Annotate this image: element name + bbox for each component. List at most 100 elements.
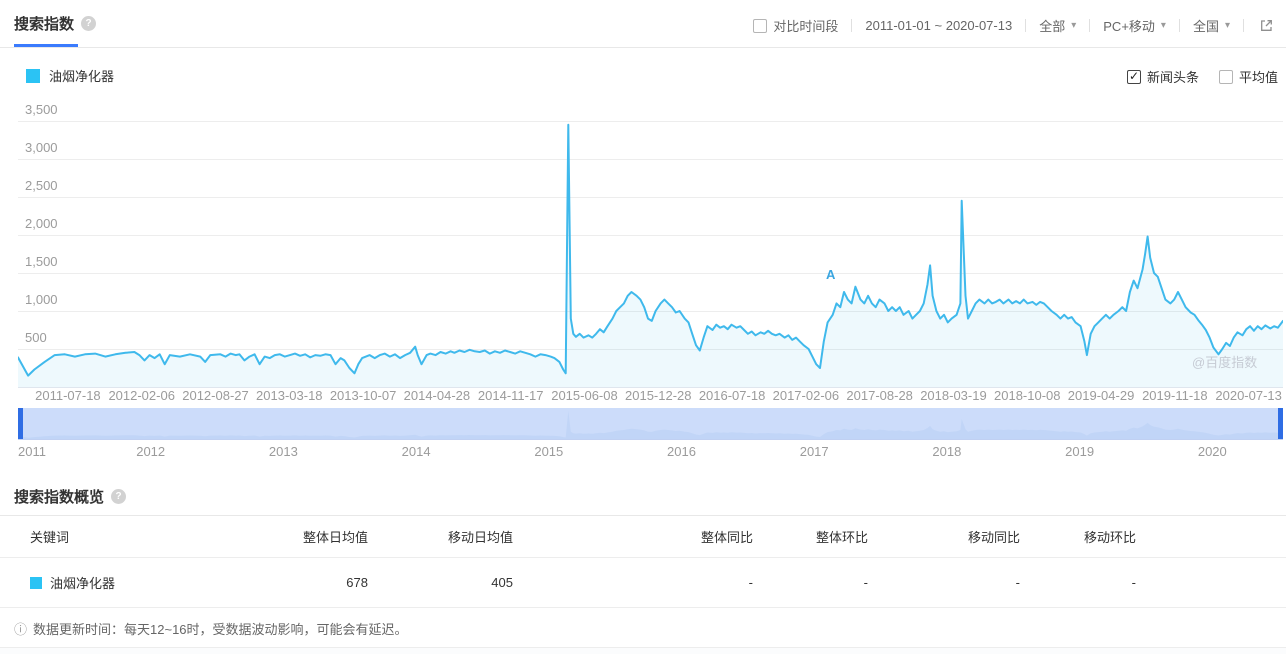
news-headlines-toggle[interactable]: 新闻头条: [1127, 67, 1199, 86]
slider-handle-left[interactable]: [18, 408, 23, 439]
slider-year-label: 2013: [269, 444, 298, 459]
compare-checkbox-icon[interactable]: [753, 19, 767, 33]
data-update-note: 数据更新时间：每天12~16时，受数据波动影响，可能会有延迟。: [14, 619, 408, 638]
x-tick-label: 2014-11-17: [474, 388, 548, 403]
table-value-cell: -: [868, 575, 1020, 590]
table-column-header: 关键词: [30, 527, 293, 546]
x-tick-label: 2017-08-28: [843, 388, 917, 403]
x-tick-label: 2012-08-27: [179, 388, 253, 403]
date-range-value: 2011-01-01 ~ 2020-07-13: [865, 18, 1012, 33]
help-icon[interactable]: [111, 489, 126, 504]
divider: [1025, 19, 1026, 32]
slider-handle-right[interactable]: [1278, 408, 1283, 439]
table-value-cell: -: [753, 575, 868, 590]
table-column-header: 移动日均值: [368, 527, 513, 546]
slider-year-label: 2019: [1065, 444, 1094, 459]
table-value-cell: -: [513, 575, 753, 590]
keyword-color-swatch: [30, 577, 42, 589]
news-headlines-label: 新闻头条: [1147, 67, 1199, 86]
x-tick-label: 2013-10-07: [326, 388, 400, 403]
x-tick-label: 2015-12-28: [621, 388, 695, 403]
x-tick-label: 2011-07-18: [31, 388, 105, 403]
compare-period-toggle[interactable]: 对比时间段: [753, 16, 838, 35]
watermark: @百度指数: [1192, 352, 1257, 371]
table-keyword-text: 油烟净化器: [50, 573, 115, 592]
table-data-row: 油烟净化器678405----: [0, 558, 1286, 608]
slider-year-label: 2020: [1198, 444, 1227, 459]
trend-area: [18, 125, 1283, 387]
x-tick-label: 2012-02-06: [105, 388, 179, 403]
slider-year-label: 2011: [18, 444, 46, 459]
time-range-slider[interactable]: [18, 408, 1283, 440]
x-tick-label: 2018-03-19: [917, 388, 991, 403]
baidu-index-page: 搜索指数 对比时间段 2011-01-01 ~ 2020-07-13 全部 PC…: [0, 0, 1286, 654]
region-dropdown[interactable]: 全国: [1193, 16, 1230, 35]
data-update-note-text: 数据更新时间：每天12~16时，受数据波动影响，可能会有延迟。: [33, 619, 408, 638]
x-tick-label: 2014-04-28: [400, 388, 474, 403]
source-dropdown[interactable]: 全部: [1039, 16, 1076, 35]
slider-year-label: 2012: [136, 444, 165, 459]
x-tick-label: 2015-06-08: [548, 388, 622, 403]
trend-chart-area: 5001,0001,5002,0002,5003,0003,500 A @百度指…: [0, 100, 1286, 400]
slider-silhouette: [18, 411, 1283, 439]
tab-active-underline: [14, 44, 78, 47]
top-bar: 搜索指数 对比时间段 2011-01-01 ~ 2020-07-13 全部 PC…: [0, 0, 1286, 48]
chevron-down-icon: [1161, 20, 1166, 31]
table-column-header: 整体环比: [753, 527, 868, 546]
info-icon: [14, 619, 27, 638]
table-value-cell: 405: [368, 575, 513, 590]
page-bottom-strip: [0, 648, 1286, 654]
slider-year-label: 2014: [402, 444, 431, 459]
x-tick-label: 2018-10-08: [990, 388, 1064, 403]
trend-chart[interactable]: [18, 110, 1283, 387]
keyword-legend-label: 油烟净化器: [49, 66, 114, 85]
share-external-icon[interactable]: [1259, 18, 1274, 33]
divider: [851, 19, 852, 32]
source-dropdown-value: 全部: [1039, 16, 1065, 35]
divider: [1243, 19, 1244, 32]
keyword-legend[interactable]: 油烟净化器: [26, 66, 114, 85]
chevron-down-icon: [1225, 20, 1230, 31]
table-column-header: 移动同比: [868, 527, 1020, 546]
news-annotation-marker[interactable]: A: [826, 267, 835, 282]
chevron-down-icon: [1071, 20, 1076, 31]
average-label: 平均值: [1239, 67, 1278, 86]
checkbox-unchecked-icon[interactable]: [1219, 70, 1233, 84]
table-column-header: 移动环比: [1020, 527, 1136, 546]
divider: [1089, 19, 1090, 32]
x-tick-label: 2020-07-13: [1212, 388, 1286, 403]
x-tick-label: 2017-02-06: [769, 388, 843, 403]
overview-title-text: 搜索指数概览: [14, 486, 104, 507]
overview-table: 关键词整体日均值移动日均值整体同比整体环比移动同比移动环比 油烟净化器 67840…: [0, 515, 1286, 608]
table-value-cell: 678: [293, 575, 368, 590]
table-header-row: 关键词整体日均值移动日均值整体同比整体环比移动同比移动环比: [0, 515, 1286, 558]
table-column-header: 整体同比: [513, 527, 753, 546]
chart-controls: 对比时间段 2011-01-01 ~ 2020-07-13 全部 PC+移动 全…: [753, 16, 1274, 35]
overlay-toggles: 新闻头条 平均值: [1127, 67, 1278, 86]
slider-year-label: 2017: [800, 444, 829, 459]
region-dropdown-value: 全国: [1193, 16, 1219, 35]
x-tick-label: 2016-07-18: [695, 388, 769, 403]
platform-dropdown-value: PC+移动: [1103, 16, 1155, 35]
table-column-header: 整体日均值: [293, 527, 368, 546]
table-value-cell: -: [1020, 575, 1136, 590]
tab-search-index-label: 搜索指数: [14, 13, 74, 34]
slider-year-label: 2015: [534, 444, 563, 459]
slider-mini-chart: [18, 408, 1283, 439]
keyword-color-swatch: [26, 69, 40, 83]
x-tick-label: 2019-04-29: [1064, 388, 1138, 403]
compare-period-label: 对比时间段: [773, 16, 838, 35]
checkbox-checked-icon[interactable]: [1127, 70, 1141, 84]
x-tick-label: 2019-11-18: [1138, 388, 1212, 403]
date-range-picker[interactable]: 2011-01-01 ~ 2020-07-13: [865, 18, 1012, 33]
slider-year-labels: 2011201220132014201520162017201820192020: [0, 444, 1286, 462]
help-icon[interactable]: [81, 16, 96, 31]
overview-section-title: 搜索指数概览: [14, 486, 126, 507]
x-axis-labels: 2011-07-182012-02-062012-08-272013-03-18…: [18, 388, 1284, 403]
x-tick-label: 2013-03-18: [252, 388, 326, 403]
platform-dropdown[interactable]: PC+移动: [1103, 16, 1166, 35]
divider: [1179, 19, 1180, 32]
table-keyword-cell[interactable]: 油烟净化器: [30, 573, 293, 592]
tab-search-index[interactable]: 搜索指数: [14, 13, 96, 34]
average-toggle[interactable]: 平均值: [1219, 67, 1278, 86]
